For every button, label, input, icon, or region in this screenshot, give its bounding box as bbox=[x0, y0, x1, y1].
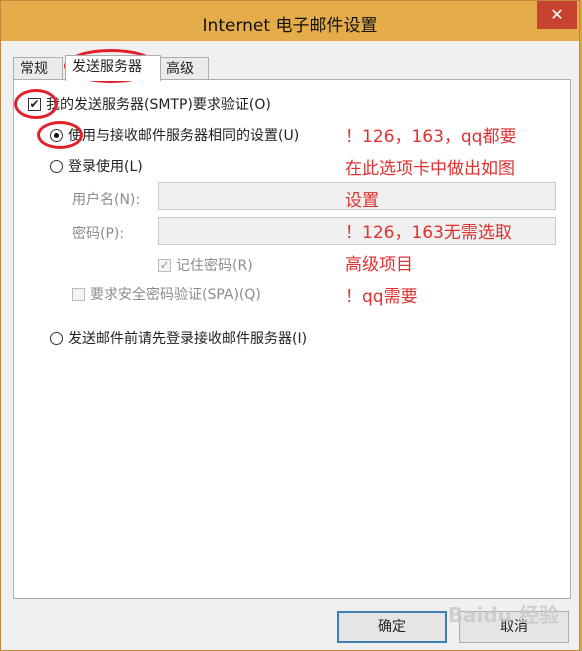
smtp-auth-option[interactable]: ✔ 我的发送服务器(SMTP)要求验证(O) bbox=[28, 94, 271, 114]
remember-password-option[interactable]: ✓ 记住密码(R) bbox=[158, 255, 253, 275]
login-before-send-radio[interactable] bbox=[50, 331, 63, 345]
tab-general[interactable]: 常规 bbox=[13, 57, 63, 79]
annotation-line: ！126，163，qq都要 bbox=[345, 127, 517, 147]
smtp-auth-label: 我的发送服务器(SMTP)要求验证(O) bbox=[46, 97, 271, 113]
annotation-line: ！126，163无需选取 bbox=[345, 223, 512, 243]
ok-button[interactable]: 确定 bbox=[337, 611, 447, 643]
spa-label: 要求安全密码验证(SPA)(Q) bbox=[90, 287, 261, 303]
annotation-line: 在此选项卡中做出如图 bbox=[345, 159, 515, 179]
title-bar[interactable]: Internet 电子邮件设置 ✕ bbox=[1, 1, 579, 41]
close-icon: ✕ bbox=[550, 5, 564, 24]
highlight-ellipse-radio bbox=[37, 121, 83, 149]
annotation-line: ！qq需要 bbox=[345, 287, 418, 307]
login-before-send-label: 发送邮件前请先登录接收邮件服务器(I) bbox=[68, 331, 308, 347]
login-with-radio[interactable] bbox=[50, 159, 63, 173]
dialog-content: 常规 发送服务器 高级 ✔ 我的发送服务器(SMTP)要求验证(O) 使用与接收… bbox=[1, 41, 579, 650]
baidu-watermark: Baidu 经验 bbox=[447, 603, 559, 627]
username-label: 用户名(N): bbox=[72, 192, 141, 208]
annotation-line: 设置 bbox=[345, 191, 379, 211]
spa-checkbox[interactable] bbox=[72, 287, 85, 301]
email-settings-window: Internet 电子邮件设置 ✕ 常规 发送服务器 高级 ✔ 我的发送服务器(… bbox=[0, 0, 580, 651]
login-with-label: 登录使用(L) bbox=[68, 159, 143, 175]
tab-outgoing-server[interactable]: 发送服务器 bbox=[65, 55, 161, 81]
tab-advanced[interactable]: 高级 bbox=[159, 57, 209, 79]
remember-password-checkbox[interactable]: ✓ bbox=[158, 258, 171, 272]
password-label: 密码(P): bbox=[72, 226, 125, 242]
login-before-send-option[interactable]: 发送邮件前请先登录接收邮件服务器(I) bbox=[50, 328, 307, 348]
annotation-line: 高级项目 bbox=[345, 255, 413, 275]
highlight-ellipse-checkbox bbox=[14, 89, 58, 119]
annotation-notes: ！126，163，qq都要 在此选项卡中做出如图 设置 ！126，163无需选取… bbox=[345, 121, 516, 313]
same-settings-option[interactable]: 使用与接收邮件服务器相同的设置(U) bbox=[50, 125, 299, 145]
spa-option[interactable]: 要求安全密码验证(SPA)(Q) bbox=[72, 284, 261, 304]
close-button[interactable]: ✕ bbox=[537, 1, 577, 29]
login-with-option[interactable]: 登录使用(L) bbox=[50, 156, 143, 176]
remember-password-label: 记住密码(R) bbox=[176, 258, 253, 274]
window-title: Internet 电子邮件设置 bbox=[202, 16, 378, 36]
same-settings-label: 使用与接收邮件服务器相同的设置(U) bbox=[68, 128, 300, 144]
